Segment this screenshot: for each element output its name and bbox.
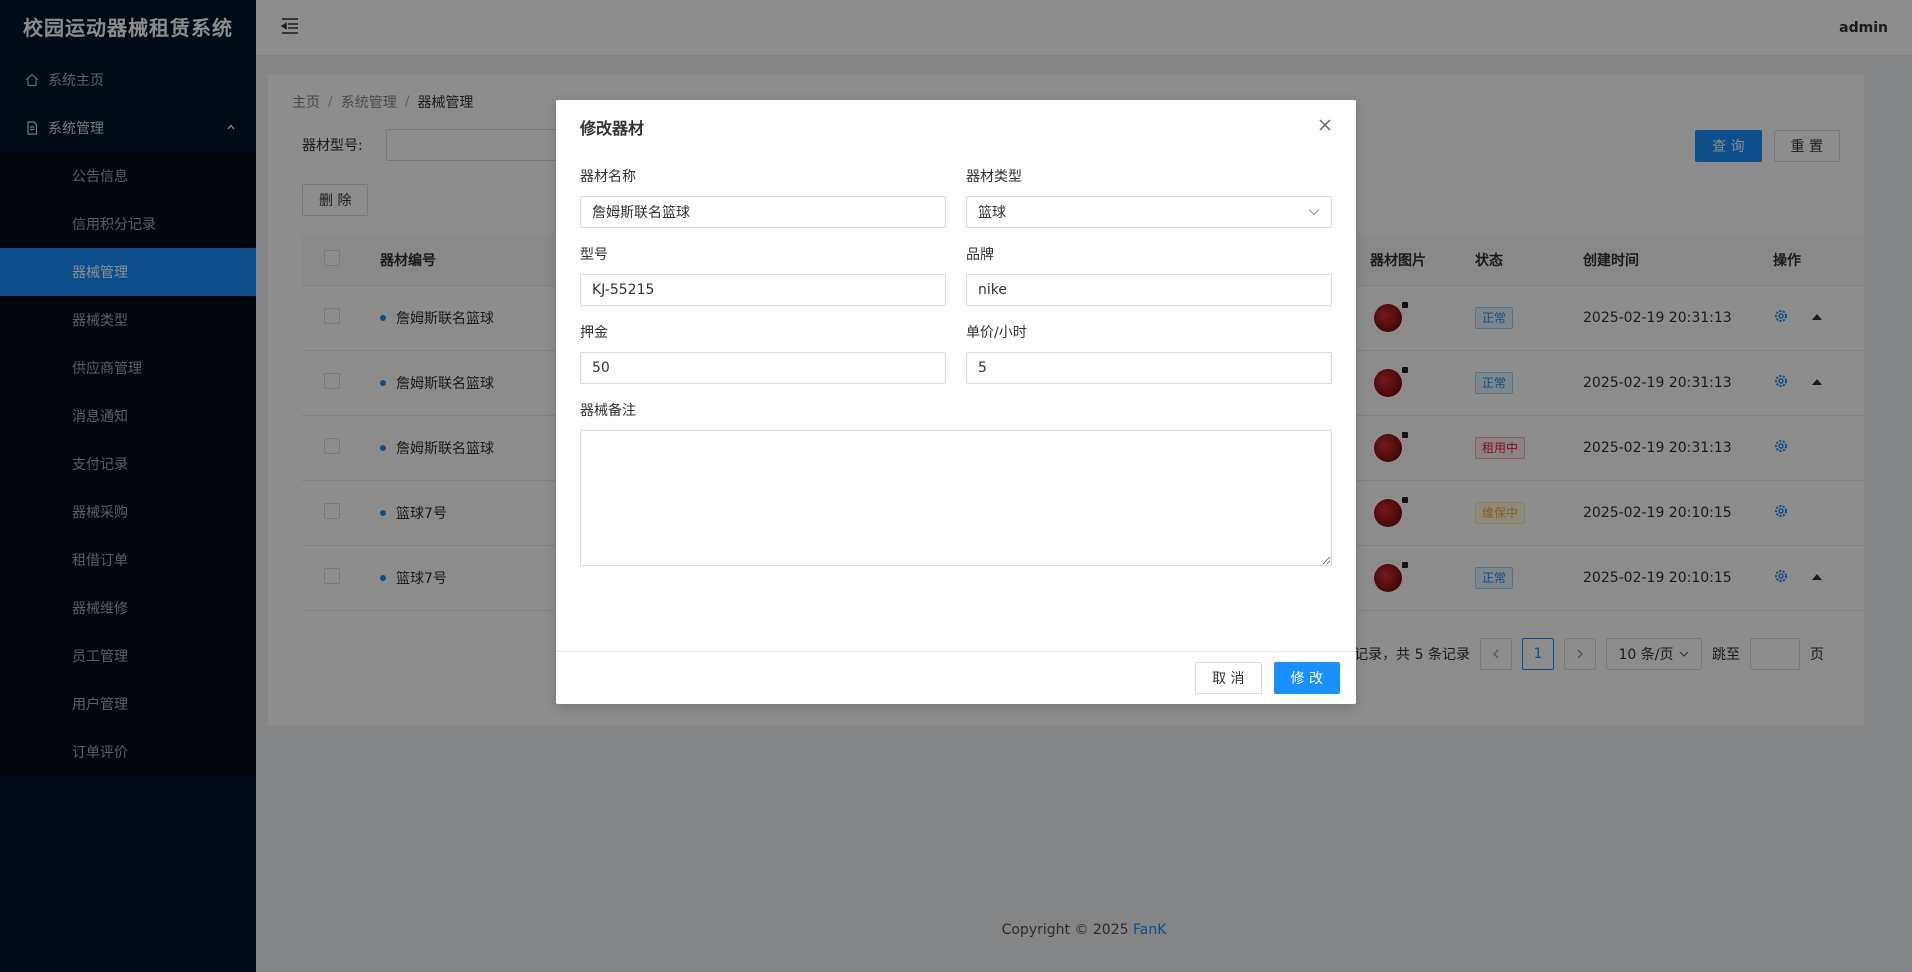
model-input[interactable]: KJ-55215	[580, 274, 946, 306]
name-label: 器材名称	[580, 169, 636, 185]
type-select[interactable]: 篮球	[966, 196, 1332, 228]
chevron-down-icon	[1308, 209, 1320, 216]
remark-textarea[interactable]	[580, 430, 1332, 566]
name-value: 詹姆斯联名篮球	[592, 205, 690, 221]
model-value: KJ-55215	[592, 282, 655, 298]
modal-title: 修改器材	[580, 119, 645, 138]
brand-value: nike	[978, 282, 1007, 298]
remark-label: 器械备注	[580, 403, 636, 419]
model-label: 型号	[580, 247, 608, 263]
close-icon[interactable]	[1318, 118, 1332, 136]
type-label: 器材类型	[966, 169, 1022, 185]
price-input[interactable]: 5	[966, 352, 1332, 384]
brand-label: 品牌	[966, 247, 994, 263]
deposit-value: 50	[592, 360, 610, 376]
cancel-button[interactable]: 取 消	[1195, 662, 1262, 694]
price-value: 5	[978, 360, 987, 376]
edit-equipment-modal: 修改器材 器材名称 詹姆斯联名篮球 器材类型 篮球 型号 KJ-55215 品牌…	[556, 100, 1356, 704]
name-input[interactable]: 詹姆斯联名篮球	[580, 196, 946, 228]
price-label: 单价/小时	[966, 325, 1027, 341]
deposit-input[interactable]: 50	[580, 352, 946, 384]
type-value: 篮球	[978, 205, 1006, 221]
brand-input[interactable]: nike	[966, 274, 1332, 306]
submit-button[interactable]: 修 改	[1273, 662, 1340, 694]
deposit-label: 押金	[580, 325, 608, 341]
